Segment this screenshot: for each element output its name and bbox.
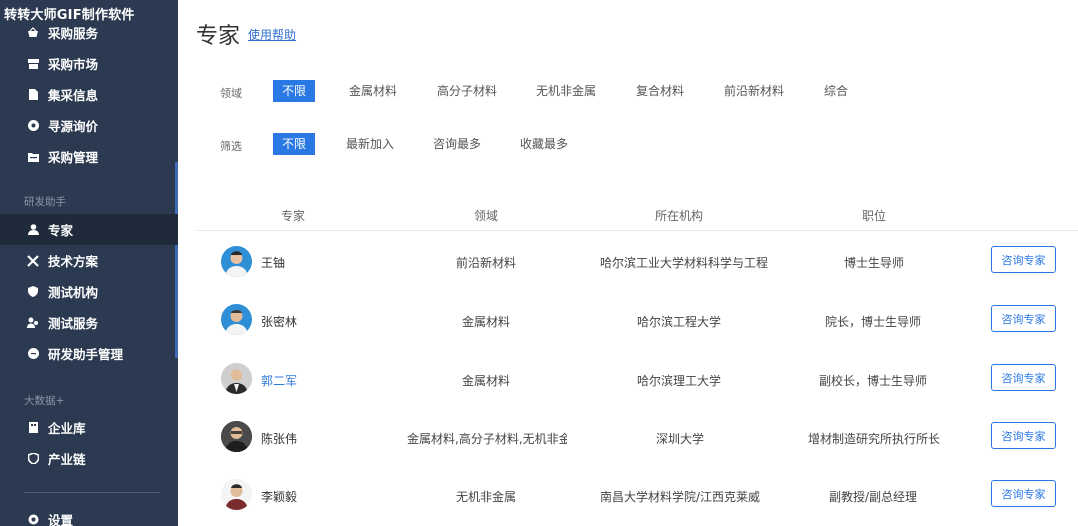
sort-option-newest[interactable]: 最新加入	[346, 133, 394, 155]
avatar[interactable]	[221, 304, 252, 335]
sort-filter-label: 筛选	[220, 140, 242, 153]
sort-option-most-favorited[interactable]: 收藏最多	[520, 133, 568, 155]
sidebar-item-purchase-market[interactable]: 采购市场	[0, 48, 178, 79]
sidebar: 采购服务 采购市场 集采信息 寻源询价 采购管理 研发助手 专家 技术方案 测试…	[0, 0, 178, 526]
expert-name[interactable]: 李颖毅	[261, 488, 297, 505]
avatar[interactable]	[221, 479, 252, 510]
market-icon	[26, 57, 40, 71]
sidebar-item-purchase-management[interactable]: 采购管理	[0, 141, 178, 172]
sidebar-item-tech-solutions[interactable]: 技术方案	[0, 245, 178, 276]
field-option-frontier[interactable]: 前沿新材料	[724, 80, 784, 102]
consult-expert-button[interactable]: 咨询专家	[991, 422, 1056, 449]
users-icon	[26, 316, 40, 330]
expert-position: 增材制造研究所执行所长	[808, 432, 941, 446]
expert-name[interactable]: 陈张伟	[261, 430, 297, 447]
field-filter-label: 领域	[220, 87, 242, 100]
consult-expert-button[interactable]: 咨询专家	[991, 364, 1056, 391]
sort-option-any[interactable]: 不限	[273, 133, 316, 155]
section-label-research: 研发助手	[24, 196, 66, 208]
expert-institution: 南昌大学材料学院/江西克莱威	[600, 490, 761, 504]
field-option-general[interactable]: 综合	[824, 80, 848, 102]
expert-name[interactable]: 王铀	[261, 254, 285, 271]
sidebar-item-label: 采购服务	[48, 26, 99, 41]
section-label-bigdata: 大数据+	[24, 395, 65, 407]
sidebar-item-industry-chain[interactable]: 产业链	[0, 443, 178, 474]
field-option-inorganic[interactable]: 无机非金属	[536, 80, 596, 102]
basket-icon	[26, 26, 40, 40]
sidebar-item-sourcing[interactable]: 寻源询价	[0, 110, 178, 141]
expert-field: 无机非金属	[456, 490, 517, 504]
folder-icon	[26, 150, 40, 164]
sidebar-item-label: 集采信息	[48, 88, 99, 103]
shield-icon	[26, 285, 40, 299]
avatar[interactable]	[221, 421, 252, 452]
expert-position: 副校长，博士生导师	[819, 374, 928, 388]
expert-field: 金属材料	[462, 315, 511, 329]
expert-position: 博士生导师	[844, 256, 905, 270]
expert-name[interactable]: 郭二军	[261, 372, 297, 389]
sidebar-item-test-services[interactable]: 测试服务	[0, 307, 178, 338]
consult-expert-button[interactable]: 咨询专家	[991, 305, 1056, 332]
sidebar-item-label: 采购管理	[48, 150, 99, 165]
column-header-field: 领域	[474, 209, 499, 223]
sidebar-item-label: 产业链	[48, 452, 86, 467]
sidebar-item-test-institutions[interactable]: 测试机构	[0, 276, 178, 307]
expert-field: 前沿新材料	[456, 256, 517, 270]
sidebar-item-label: 技术方案	[48, 254, 99, 269]
target-icon	[26, 119, 40, 133]
sidebar-divider	[24, 492, 160, 493]
sidebar-item-label: 测试机构	[48, 285, 99, 300]
sidebar-item-label: 专家	[48, 223, 74, 238]
sidebar-item-label: 测试服务	[48, 316, 99, 331]
sidebar-item-research-management[interactable]: 研发助手管理	[0, 338, 178, 369]
field-option-composite[interactable]: 复合材料	[636, 80, 684, 102]
table-header-divider	[196, 230, 1078, 231]
expert-position: 副教授/副总经理	[829, 490, 918, 504]
user-icon	[26, 223, 40, 237]
sidebar-item-label: 设置	[48, 513, 74, 526]
sidebar-item-group-purchase[interactable]: 集采信息	[0, 79, 178, 110]
main-content: 专家 使用帮助 领域 不限 金属材料 高分子材料 无机非金属 复合材料 前沿新材…	[178, 0, 1078, 526]
field-option-polymer[interactable]: 高分子材料	[437, 80, 497, 102]
consult-expert-button[interactable]: 咨询专家	[991, 246, 1056, 273]
expert-field: 金属材料,高分子材料,无机非金属	[407, 432, 567, 446]
expert-institution: 深圳大学	[656, 432, 705, 446]
column-header-position: 职位	[862, 209, 887, 223]
expert-institution: 哈尔滨工业大学材料科学与工程	[600, 256, 769, 270]
column-header-institution: 所在机构	[655, 209, 704, 223]
gear-icon	[26, 513, 40, 526]
expert-institution: 哈尔滨工程大学	[637, 315, 722, 329]
avatar[interactable]	[221, 363, 252, 394]
field-option-any[interactable]: 不限	[273, 80, 316, 102]
column-header-expert: 专家	[281, 209, 306, 223]
sidebar-item-label: 寻源询价	[48, 119, 99, 134]
chain-icon	[26, 452, 40, 466]
sort-option-most-consulted[interactable]: 咨询最多	[433, 133, 481, 155]
avatar[interactable]	[221, 246, 252, 277]
watermark-text: 转转大师GIF制作软件	[4, 8, 135, 23]
tools-icon	[26, 254, 40, 268]
field-option-metal[interactable]: 金属材料	[349, 80, 397, 102]
expert-field: 金属材料	[462, 374, 511, 388]
sidebar-item-experts[interactable]: 专家	[0, 214, 178, 245]
document-icon	[26, 88, 40, 102]
sidebar-item-company-library[interactable]: 企业库	[0, 412, 178, 443]
expert-institution: 哈尔滨理工大学	[637, 374, 722, 388]
consult-expert-button[interactable]: 咨询专家	[991, 480, 1056, 507]
expert-position: 院长，博士生导师	[825, 315, 922, 329]
circle-icon	[26, 347, 40, 361]
expert-name[interactable]: 张密林	[261, 313, 297, 330]
sidebar-item-label: 企业库	[48, 421, 86, 436]
page-title: 专家	[196, 24, 241, 49]
sidebar-item-label: 采购市场	[48, 57, 99, 72]
sidebar-item-settings[interactable]: 设置	[0, 504, 178, 526]
help-link[interactable]: 使用帮助	[248, 26, 296, 43]
sidebar-item-label: 研发助手管理	[48, 347, 124, 362]
building-icon	[26, 421, 40, 435]
